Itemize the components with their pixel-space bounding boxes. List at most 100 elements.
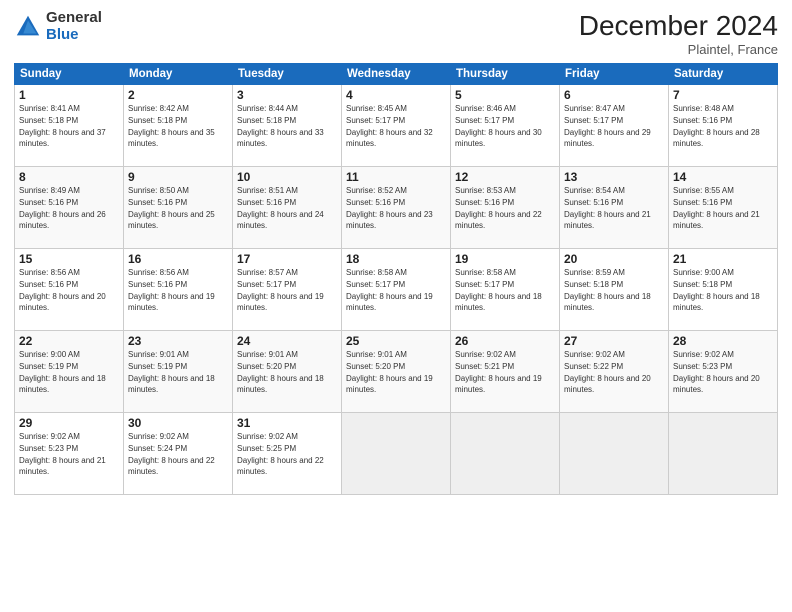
calendar-cell: 29 Sunrise: 9:02 AMSunset: 5:23 PMDaylig… (15, 413, 124, 495)
day-info: Sunrise: 9:02 AMSunset: 5:23 PMDaylight:… (673, 350, 760, 394)
calendar-cell: 22 Sunrise: 9:00 AMSunset: 5:19 PMDaylig… (15, 331, 124, 413)
day-info: Sunrise: 9:01 AMSunset: 5:20 PMDaylight:… (346, 350, 433, 394)
calendar-cell (451, 413, 560, 495)
day-info: Sunrise: 9:02 AMSunset: 5:23 PMDaylight:… (19, 432, 106, 476)
day-info: Sunrise: 8:50 AMSunset: 5:16 PMDaylight:… (128, 186, 215, 230)
day-info: Sunrise: 8:55 AMSunset: 5:16 PMDaylight:… (673, 186, 760, 230)
col-monday: Monday (124, 64, 233, 85)
day-info: Sunrise: 8:42 AMSunset: 5:18 PMDaylight:… (128, 104, 215, 148)
calendar-cell: 10 Sunrise: 8:51 AMSunset: 5:16 PMDaylig… (233, 167, 342, 249)
day-number: 16 (128, 252, 228, 266)
calendar-cell: 18 Sunrise: 8:58 AMSunset: 5:17 PMDaylig… (342, 249, 451, 331)
day-info: Sunrise: 9:02 AMSunset: 5:22 PMDaylight:… (564, 350, 651, 394)
day-number: 29 (19, 416, 119, 430)
day-info: Sunrise: 8:47 AMSunset: 5:17 PMDaylight:… (564, 104, 651, 148)
day-info: Sunrise: 9:01 AMSunset: 5:19 PMDaylight:… (128, 350, 215, 394)
calendar-cell: 5 Sunrise: 8:46 AMSunset: 5:17 PMDayligh… (451, 85, 560, 167)
day-info: Sunrise: 8:52 AMSunset: 5:16 PMDaylight:… (346, 186, 433, 230)
calendar-table: Sunday Monday Tuesday Wednesday Thursday… (14, 63, 778, 495)
calendar-cell: 17 Sunrise: 8:57 AMSunset: 5:17 PMDaylig… (233, 249, 342, 331)
calendar-cell: 15 Sunrise: 8:56 AMSunset: 5:16 PMDaylig… (15, 249, 124, 331)
day-info: Sunrise: 8:58 AMSunset: 5:17 PMDaylight:… (346, 268, 433, 312)
calendar-cell: 13 Sunrise: 8:54 AMSunset: 5:16 PMDaylig… (560, 167, 669, 249)
calendar-week-5: 29 Sunrise: 9:02 AMSunset: 5:23 PMDaylig… (15, 413, 778, 495)
day-number: 18 (346, 252, 446, 266)
col-wednesday: Wednesday (342, 64, 451, 85)
month-title: December 2024 (579, 10, 778, 42)
day-number: 2 (128, 88, 228, 102)
calendar-cell: 2 Sunrise: 8:42 AMSunset: 5:18 PMDayligh… (124, 85, 233, 167)
calendar-cell: 9 Sunrise: 8:50 AMSunset: 5:16 PMDayligh… (124, 167, 233, 249)
day-info: Sunrise: 8:53 AMSunset: 5:16 PMDaylight:… (455, 186, 542, 230)
day-number: 15 (19, 252, 119, 266)
day-number: 11 (346, 170, 446, 184)
day-number: 21 (673, 252, 773, 266)
day-info: Sunrise: 8:48 AMSunset: 5:16 PMDaylight:… (673, 104, 760, 148)
header-row: Sunday Monday Tuesday Wednesday Thursday… (15, 64, 778, 85)
day-number: 19 (455, 252, 555, 266)
day-number: 13 (564, 170, 664, 184)
logo-blue: Blue (46, 27, 102, 44)
calendar-week-4: 22 Sunrise: 9:00 AMSunset: 5:19 PMDaylig… (15, 331, 778, 413)
calendar-week-2: 8 Sunrise: 8:49 AMSunset: 5:16 PMDayligh… (15, 167, 778, 249)
calendar-cell: 7 Sunrise: 8:48 AMSunset: 5:16 PMDayligh… (669, 85, 778, 167)
calendar-cell: 31 Sunrise: 9:02 AMSunset: 5:25 PMDaylig… (233, 413, 342, 495)
calendar-body: 1 Sunrise: 8:41 AMSunset: 5:18 PMDayligh… (15, 85, 778, 495)
day-info: Sunrise: 8:59 AMSunset: 5:18 PMDaylight:… (564, 268, 651, 312)
calendar-cell: 8 Sunrise: 8:49 AMSunset: 5:16 PMDayligh… (15, 167, 124, 249)
calendar-page: General Blue December 2024 Plaintel, Fra… (0, 0, 792, 612)
day-info: Sunrise: 8:46 AMSunset: 5:17 PMDaylight:… (455, 104, 542, 148)
day-number: 7 (673, 88, 773, 102)
day-number: 24 (237, 334, 337, 348)
day-info: Sunrise: 8:49 AMSunset: 5:16 PMDaylight:… (19, 186, 106, 230)
calendar-cell: 16 Sunrise: 8:56 AMSunset: 5:16 PMDaylig… (124, 249, 233, 331)
calendar-cell: 23 Sunrise: 9:01 AMSunset: 5:19 PMDaylig… (124, 331, 233, 413)
col-sunday: Sunday (15, 64, 124, 85)
day-number: 30 (128, 416, 228, 430)
day-info: Sunrise: 8:58 AMSunset: 5:17 PMDaylight:… (455, 268, 542, 312)
calendar-cell: 21 Sunrise: 9:00 AMSunset: 5:18 PMDaylig… (669, 249, 778, 331)
day-info: Sunrise: 8:41 AMSunset: 5:18 PMDaylight:… (19, 104, 106, 148)
header: General Blue December 2024 Plaintel, Fra… (14, 10, 778, 57)
day-number: 14 (673, 170, 773, 184)
day-number: 1 (19, 88, 119, 102)
day-info: Sunrise: 8:51 AMSunset: 5:16 PMDaylight:… (237, 186, 324, 230)
logo-general: General (46, 10, 102, 27)
logo: General Blue (14, 10, 102, 43)
day-number: 12 (455, 170, 555, 184)
calendar-cell: 26 Sunrise: 9:02 AMSunset: 5:21 PMDaylig… (451, 331, 560, 413)
calendar-cell: 11 Sunrise: 8:52 AMSunset: 5:16 PMDaylig… (342, 167, 451, 249)
day-info: Sunrise: 8:56 AMSunset: 5:16 PMDaylight:… (19, 268, 106, 312)
calendar-cell: 24 Sunrise: 9:01 AMSunset: 5:20 PMDaylig… (233, 331, 342, 413)
day-info: Sunrise: 9:00 AMSunset: 5:19 PMDaylight:… (19, 350, 106, 394)
calendar-cell: 25 Sunrise: 9:01 AMSunset: 5:20 PMDaylig… (342, 331, 451, 413)
col-tuesday: Tuesday (233, 64, 342, 85)
col-friday: Friday (560, 64, 669, 85)
calendar-week-3: 15 Sunrise: 8:56 AMSunset: 5:16 PMDaylig… (15, 249, 778, 331)
day-info: Sunrise: 9:02 AMSunset: 5:24 PMDaylight:… (128, 432, 215, 476)
calendar-cell (560, 413, 669, 495)
day-number: 26 (455, 334, 555, 348)
calendar-cell: 12 Sunrise: 8:53 AMSunset: 5:16 PMDaylig… (451, 167, 560, 249)
day-number: 17 (237, 252, 337, 266)
col-saturday: Saturday (669, 64, 778, 85)
day-number: 9 (128, 170, 228, 184)
day-number: 10 (237, 170, 337, 184)
calendar-cell: 30 Sunrise: 9:02 AMSunset: 5:24 PMDaylig… (124, 413, 233, 495)
day-info: Sunrise: 9:01 AMSunset: 5:20 PMDaylight:… (237, 350, 324, 394)
day-info: Sunrise: 9:00 AMSunset: 5:18 PMDaylight:… (673, 268, 760, 312)
calendar-cell: 19 Sunrise: 8:58 AMSunset: 5:17 PMDaylig… (451, 249, 560, 331)
col-thursday: Thursday (451, 64, 560, 85)
day-number: 28 (673, 334, 773, 348)
location: Plaintel, France (579, 42, 778, 57)
day-number: 5 (455, 88, 555, 102)
calendar-cell: 27 Sunrise: 9:02 AMSunset: 5:22 PMDaylig… (560, 331, 669, 413)
day-info: Sunrise: 8:45 AMSunset: 5:17 PMDaylight:… (346, 104, 433, 148)
day-number: 27 (564, 334, 664, 348)
calendar-cell: 14 Sunrise: 8:55 AMSunset: 5:16 PMDaylig… (669, 167, 778, 249)
day-number: 4 (346, 88, 446, 102)
day-info: Sunrise: 9:02 AMSunset: 5:25 PMDaylight:… (237, 432, 324, 476)
logo-text: General Blue (46, 10, 102, 43)
calendar-cell: 1 Sunrise: 8:41 AMSunset: 5:18 PMDayligh… (15, 85, 124, 167)
calendar-cell: 6 Sunrise: 8:47 AMSunset: 5:17 PMDayligh… (560, 85, 669, 167)
